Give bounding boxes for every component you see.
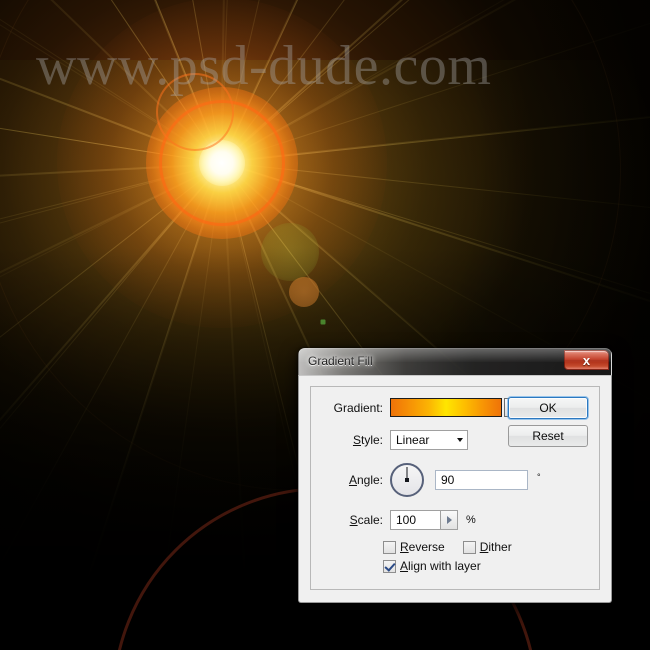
flare-ray [0,75,222,164]
flare-iris-ring [159,100,285,226]
reverse-label[interactable]: Reverse [400,540,445,554]
flare-ray [144,163,223,650]
angle-unit: ° [537,472,541,482]
gradient-swatch[interactable] [390,398,502,417]
align-with-layer-label[interactable]: Align with layer [400,559,481,573]
chevron-right-icon [446,516,452,524]
checkbox-line-1: Reverse Dither [383,540,589,554]
dialog-body: Gradient: Style: Linear Angle: 90 ° Scal… [298,375,612,603]
checkbox-line-2: Align with layer [383,559,589,573]
flare-ray [0,163,223,300]
flare-ray [123,0,222,164]
bokeh-orange [289,277,319,307]
flare-ray [222,162,650,327]
flare-halo-mid [146,87,298,239]
flare-ray [0,0,222,164]
flare-ghost-ring [156,73,234,151]
flare-ray [0,0,222,165]
scale-stepper: 100 [390,510,458,530]
flare-ray [10,0,222,164]
flare-ray [222,162,650,222]
flare-ray [221,0,560,163]
ok-button[interactable]: OK [508,397,588,419]
style-value: Linear [396,433,430,447]
gradient-picker [390,398,519,417]
watermark-text: www.psd-dude.com [36,35,492,97]
flare-ray [221,0,645,163]
flare-ray [0,163,223,593]
scale-spin-button[interactable] [440,510,458,530]
reset-button[interactable]: Reset [508,425,588,447]
scale-input[interactable]: 100 [390,510,440,530]
angle-row: Angle: 90 ° [321,463,589,497]
flare-ray [0,75,222,164]
flare-ray [221,0,348,163]
angle-dial-hub [405,478,409,482]
angle-label: Angle: [348,473,383,487]
flare-ray [0,163,223,419]
dialog-inner-panel: Gradient: Style: Linear Angle: 90 ° Scal… [310,386,600,590]
dialog-title: Gradient Fill [308,354,373,368]
align-with-layer-checkbox[interactable] [383,559,396,573]
dialog-buttons: OK Reset [508,397,588,453]
flare-ray [48,163,223,650]
flare-ray [0,0,222,164]
flare-ray [0,0,222,164]
gradient-label: Gradient: [333,400,383,415]
flare-ray [221,0,650,163]
flare-ray [11,0,222,164]
flare-ray [221,0,459,163]
flare-ray [221,0,242,163]
flare-ray [220,0,232,163]
flare-ray [221,103,650,163]
close-icon: x [582,352,591,368]
scale-label: Scale: [349,513,383,527]
flare-ray [0,163,224,587]
chevron-down-icon [457,438,463,442]
dither-label[interactable]: Dither [480,540,512,554]
flare-ray [221,102,650,163]
style-label: Style: [352,433,383,447]
flare-halo-outer [57,0,387,328]
flare-ray [222,161,650,337]
flare-ray [0,163,223,411]
flare-ray [0,163,223,650]
bokeh-dot [320,319,326,325]
flare-ray [222,162,254,650]
flare-ray [221,0,650,163]
flare-ray [0,163,223,509]
dialog-titlebar[interactable]: Gradient Fill x [298,348,612,375]
flare-hotspot [199,140,245,186]
flare-ray [0,0,222,165]
reverse-checkbox[interactable] [383,540,396,554]
flare-ray [221,0,650,163]
scale-row: Scale: 100 % [321,510,589,530]
flare-ray [220,0,639,163]
close-button[interactable]: x [564,350,609,370]
flare-ray [48,163,224,650]
flare-ray [220,0,459,163]
dither-checkbox[interactable] [462,540,476,554]
angle-dial-icon[interactable] [390,463,424,497]
flare-ray [0,0,222,164]
flare-ray [0,163,223,309]
angle-input[interactable]: 90 [435,470,528,490]
style-select[interactable]: Linear [390,430,468,450]
gradient-fill-dialog: Gradient Fill x Gradient: Style: Linear … [298,348,612,603]
scale-unit: % [466,514,476,526]
flare-ray [0,163,223,195]
options-group: Reverse Dither Align with layer [383,540,589,573]
bokeh-green [261,223,319,281]
photoshop-canvas: www.psd-dude.com Gradient Fill x Gradien… [0,0,650,650]
